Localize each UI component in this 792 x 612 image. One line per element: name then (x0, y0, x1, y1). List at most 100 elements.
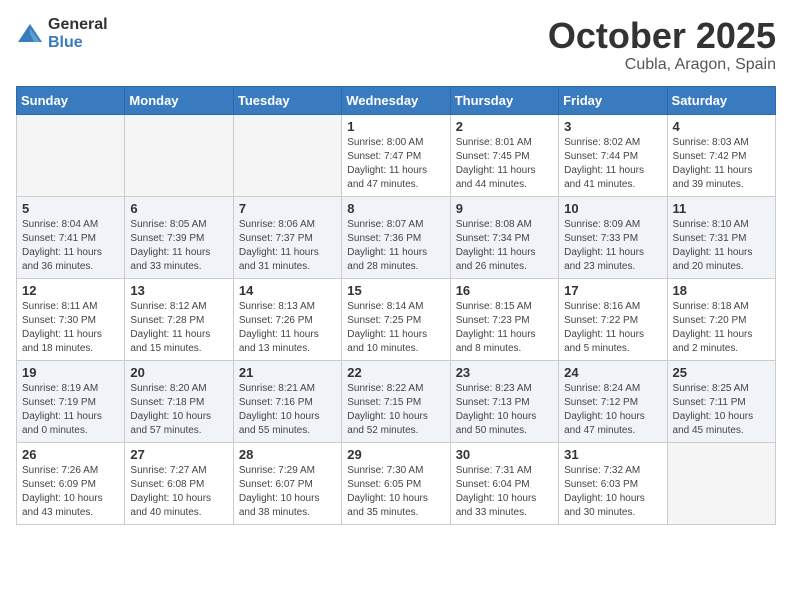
day-number: 5 (22, 201, 119, 216)
day-number: 12 (22, 283, 119, 298)
day-number: 23 (456, 365, 553, 380)
day-info: Sunrise: 7:26 AM Sunset: 6:09 PM Dayligh… (22, 464, 119, 520)
calendar-week-row: 12Sunrise: 8:11 AM Sunset: 7:30 PM Dayli… (17, 278, 776, 360)
day-info: Sunrise: 8:23 AM Sunset: 7:13 PM Dayligh… (456, 382, 553, 438)
calendar-day-cell: 13Sunrise: 8:12 AM Sunset: 7:28 PM Dayli… (125, 278, 233, 360)
day-info: Sunrise: 8:10 AM Sunset: 7:31 PM Dayligh… (673, 218, 770, 274)
day-info: Sunrise: 8:13 AM Sunset: 7:26 PM Dayligh… (239, 300, 336, 356)
day-number: 15 (347, 283, 444, 298)
calendar-day-cell: 12Sunrise: 8:11 AM Sunset: 7:30 PM Dayli… (17, 278, 125, 360)
location-title: Cubla, Aragon, Spain (548, 56, 776, 74)
logo-blue: Blue (48, 34, 108, 52)
calendar-day-cell: 29 Sunrise: 7:30 AM Sunset: 6:05 PM Dayli… (342, 442, 450, 524)
calendar-day-cell: 7Sunrise: 8:06 AM Sunset: 7:37 PM Daylig… (233, 196, 341, 278)
calendar-day-cell: 11 Sunrise: 8:10 AM Sunset: 7:31 PM Dayli… (667, 196, 775, 278)
day-info: Sunrise: 8:03 AM Sunset: 7:42 PM Dayligh… (673, 136, 770, 192)
page-header: General Blue October 2025 Cubla, Aragon,… (16, 16, 776, 74)
day-info: Sunrise: 8:25 AM Sunset: 7:11 PM Dayligh… (673, 382, 770, 438)
day-number: 31 (564, 447, 661, 462)
day-number: 22 (347, 365, 444, 380)
calendar-week-row: 5 Sunrise: 8:04 AM Sunset: 7:41 PM Daylig… (17, 196, 776, 278)
day-info: Sunrise: 8:09 AM Sunset: 7:33 PM Dayligh… (564, 218, 661, 274)
day-info: Sunrise: 8:22 AM Sunset: 7:15 PM Dayligh… (347, 382, 444, 438)
day-number: 14 (239, 283, 336, 298)
calendar-day-cell: 18 Sunrise: 8:18 AM Sunset: 7:20 PM Dayli… (667, 278, 775, 360)
day-info: Sunrise: 7:29 AM Sunset: 6:07 PM Dayligh… (239, 464, 336, 520)
calendar-day-cell: 31 Sunrise: 7:32 AM Sunset: 6:03 PM Dayli… (559, 442, 667, 524)
day-number: 16 (456, 283, 553, 298)
weekday-header: Tuesday (233, 86, 341, 114)
day-number: 20 (130, 365, 227, 380)
calendar-table: SundayMondayTuesdayWednesdayThursdayFrid… (16, 86, 776, 525)
calendar-day-cell: 25 Sunrise: 8:25 AM Sunset: 7:11 PM Dayli… (667, 360, 775, 442)
weekday-header: Friday (559, 86, 667, 114)
calendar-day-cell: 24 Sunrise: 8:24 AM Sunset: 7:12 PM Dayli… (559, 360, 667, 442)
day-info: Sunrise: 8:16 AM Sunset: 7:22 PM Dayligh… (564, 300, 661, 356)
calendar-day-cell: 15Sunrise: 8:14 AM Sunset: 7:25 PM Dayli… (342, 278, 450, 360)
day-info: Sunrise: 7:32 AM Sunset: 6:03 PM Dayligh… (564, 464, 661, 520)
weekday-header-row: SundayMondayTuesdayWednesdayThursdayFrid… (17, 86, 776, 114)
day-number: 30 (456, 447, 553, 462)
day-info: Sunrise: 8:04 AM Sunset: 7:41 PM Dayligh… (22, 218, 119, 274)
calendar-week-row: 19Sunrise: 8:19 AM Sunset: 7:19 PM Dayli… (17, 360, 776, 442)
weekday-header: Wednesday (342, 86, 450, 114)
calendar-day-cell: 22 Sunrise: 8:22 AM Sunset: 7:15 PM Dayli… (342, 360, 450, 442)
day-info: Sunrise: 8:18 AM Sunset: 7:20 PM Dayligh… (673, 300, 770, 356)
calendar-day-cell: 23 Sunrise: 8:23 AM Sunset: 7:13 PM Dayli… (450, 360, 558, 442)
calendar-day-cell: 27 Sunrise: 7:27 AM Sunset: 6:08 PM Dayli… (125, 442, 233, 524)
day-info: Sunrise: 8:01 AM Sunset: 7:45 PM Dayligh… (456, 136, 553, 192)
calendar-day-cell: 19Sunrise: 8:19 AM Sunset: 7:19 PM Dayli… (17, 360, 125, 442)
day-info: Sunrise: 8:05 AM Sunset: 7:39 PM Dayligh… (130, 218, 227, 274)
month-title: October 2025 (548, 16, 776, 56)
day-info: Sunrise: 7:27 AM Sunset: 6:08 PM Dayligh… (130, 464, 227, 520)
calendar-day-cell: 9 Sunrise: 8:08 AM Sunset: 7:34 PM Daylig… (450, 196, 558, 278)
day-info: Sunrise: 7:31 AM Sunset: 6:04 PM Dayligh… (456, 464, 553, 520)
calendar-week-row: 1Sunrise: 8:00 AM Sunset: 7:47 PM Daylig… (17, 114, 776, 196)
calendar-day-cell: 8Sunrise: 8:07 AM Sunset: 7:36 PM Daylig… (342, 196, 450, 278)
day-number: 26 (22, 447, 119, 462)
day-info: Sunrise: 8:02 AM Sunset: 7:44 PM Dayligh… (564, 136, 661, 192)
calendar-day-cell: 30 Sunrise: 7:31 AM Sunset: 6:04 PM Dayli… (450, 442, 558, 524)
day-number: 2 (456, 119, 553, 134)
day-number: 1 (347, 119, 444, 134)
day-info: Sunrise: 8:20 AM Sunset: 7:18 PM Dayligh… (130, 382, 227, 438)
calendar-day-cell: 17 Sunrise: 8:16 AM Sunset: 7:22 PM Dayli… (559, 278, 667, 360)
calendar-day-cell: 1Sunrise: 8:00 AM Sunset: 7:47 PM Daylig… (342, 114, 450, 196)
day-info: Sunrise: 8:08 AM Sunset: 7:34 PM Dayligh… (456, 218, 553, 274)
day-number: 27 (130, 447, 227, 462)
day-info: Sunrise: 8:19 AM Sunset: 7:19 PM Dayligh… (22, 382, 119, 438)
title-block: October 2025 Cubla, Aragon, Spain (548, 16, 776, 74)
day-number: 9 (456, 201, 553, 216)
logo-text: General Blue (48, 16, 108, 51)
weekday-header: Thursday (450, 86, 558, 114)
calendar-day-cell: 10 Sunrise: 8:09 AM Sunset: 7:33 PM Dayli… (559, 196, 667, 278)
weekday-header: Saturday (667, 86, 775, 114)
day-number: 21 (239, 365, 336, 380)
weekday-header: Monday (125, 86, 233, 114)
calendar-day-cell: 20 Sunrise: 8:20 AM Sunset: 7:18 PM Dayli… (125, 360, 233, 442)
calendar-day-cell (233, 114, 341, 196)
day-number: 10 (564, 201, 661, 216)
calendar-day-cell: 16Sunrise: 8:15 AM Sunset: 7:23 PM Dayli… (450, 278, 558, 360)
calendar-day-cell: 3Sunrise: 8:02 AM Sunset: 7:44 PM Daylig… (559, 114, 667, 196)
day-number: 25 (673, 365, 770, 380)
logo-general: General (48, 16, 108, 34)
day-number: 18 (673, 283, 770, 298)
day-number: 29 (347, 447, 444, 462)
day-info: Sunrise: 8:21 AM Sunset: 7:16 PM Dayligh… (239, 382, 336, 438)
day-info: Sunrise: 7:30 AM Sunset: 6:05 PM Dayligh… (347, 464, 444, 520)
calendar-day-cell (667, 442, 775, 524)
calendar-day-cell: 14 Sunrise: 8:13 AM Sunset: 7:26 PM Dayli… (233, 278, 341, 360)
day-number: 13 (130, 283, 227, 298)
calendar-day-cell: 21 Sunrise: 8:21 AM Sunset: 7:16 PM Dayli… (233, 360, 341, 442)
day-number: 28 (239, 447, 336, 462)
day-number: 24 (564, 365, 661, 380)
day-number: 8 (347, 201, 444, 216)
day-number: 11 (673, 201, 770, 216)
day-info: Sunrise: 8:24 AM Sunset: 7:12 PM Dayligh… (564, 382, 661, 438)
day-number: 17 (564, 283, 661, 298)
day-number: 6 (130, 201, 227, 216)
calendar-week-row: 26 Sunrise: 7:26 AM Sunset: 6:09 PM Dayli… (17, 442, 776, 524)
calendar-day-cell: 4Sunrise: 8:03 AM Sunset: 7:42 PM Daylig… (667, 114, 775, 196)
weekday-header: Sunday (17, 86, 125, 114)
